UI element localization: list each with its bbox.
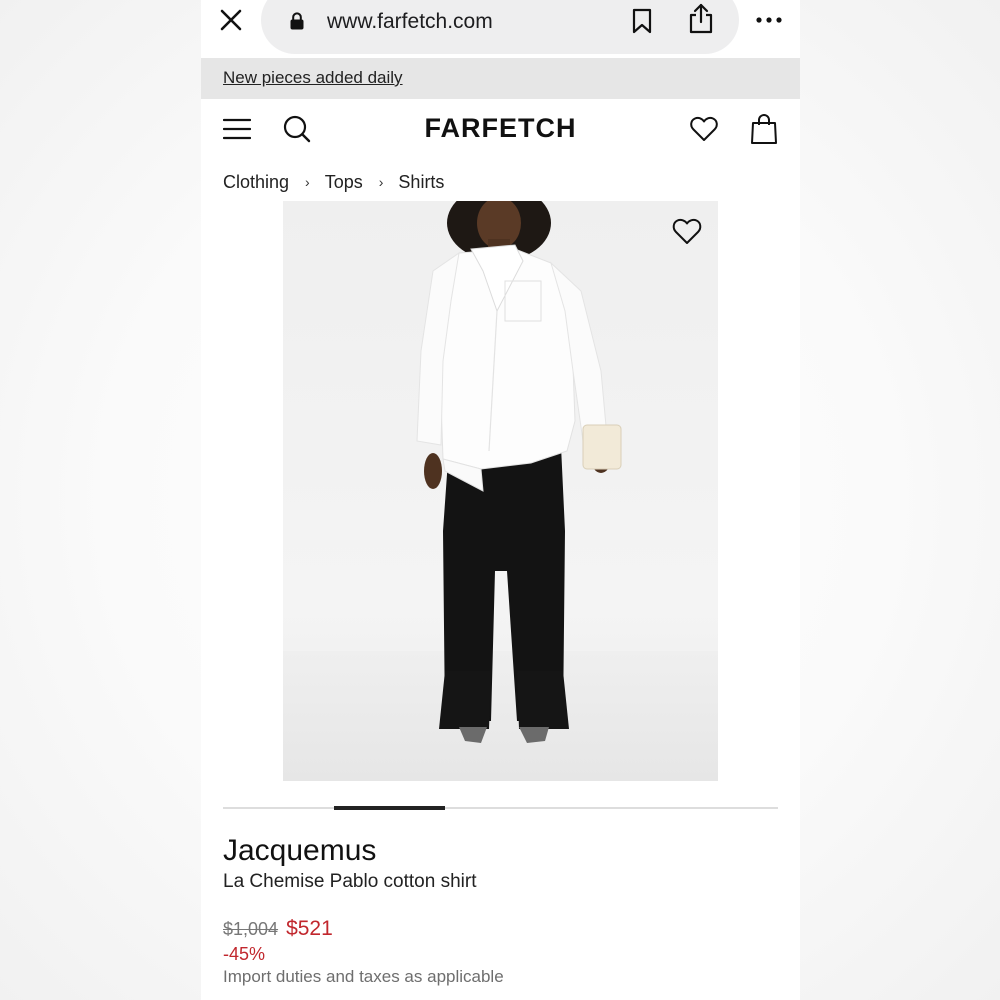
- brand-name[interactable]: Jacquemus: [223, 834, 376, 868]
- more-icon[interactable]: [754, 8, 784, 32]
- heart-icon[interactable]: [689, 115, 719, 143]
- lock-icon: [290, 12, 304, 30]
- bag-icon[interactable]: [749, 113, 779, 145]
- close-tab-button[interactable]: [219, 8, 243, 32]
- product-title: La Chemise Pablo cotton shirt: [223, 871, 477, 892]
- breadcrumb-item-tops[interactable]: Tops: [325, 172, 363, 193]
- carousel-indicator[interactable]: [223, 806, 778, 810]
- sale-price: $521: [286, 917, 333, 940]
- bookmark-icon[interactable]: [631, 8, 653, 34]
- address-bar[interactable]: www.farfetch.com: [261, 0, 739, 54]
- breadcrumb-separator: ›: [378, 174, 384, 190]
- model-photo: [416, 201, 622, 743]
- discount-badge: -45%: [223, 944, 266, 964]
- browser-bar: www.farfetch.com: [201, 0, 800, 58]
- product-image[interactable]: [283, 201, 718, 781]
- close-icon: [220, 9, 242, 31]
- breadcrumb-separator: ›: [305, 174, 310, 190]
- original-price: $1,004: [223, 919, 279, 939]
- site-header: FARFETCH: [201, 99, 800, 161]
- breadcrumb-item-shirts[interactable]: Shirts: [398, 172, 444, 193]
- phone-screen: www.farfetch.com New pieces added daily: [201, 0, 800, 1000]
- promo-link[interactable]: New pieces added daily: [223, 68, 403, 88]
- duties-note: Import duties and taxes as applicable: [223, 967, 504, 986]
- url-text: www.farfetch.com: [327, 10, 493, 33]
- breadcrumb-item-clothing[interactable]: Clothing: [223, 172, 289, 193]
- promo-banner: New pieces added daily: [201, 58, 800, 99]
- share-icon[interactable]: [687, 2, 715, 34]
- add-to-wishlist-icon[interactable]: [671, 216, 703, 246]
- price-row: $1,004 $521: [223, 917, 333, 941]
- breadcrumb: Clothing › Tops › Shirts: [223, 171, 444, 193]
- carousel-active-segment: [334, 806, 445, 810]
